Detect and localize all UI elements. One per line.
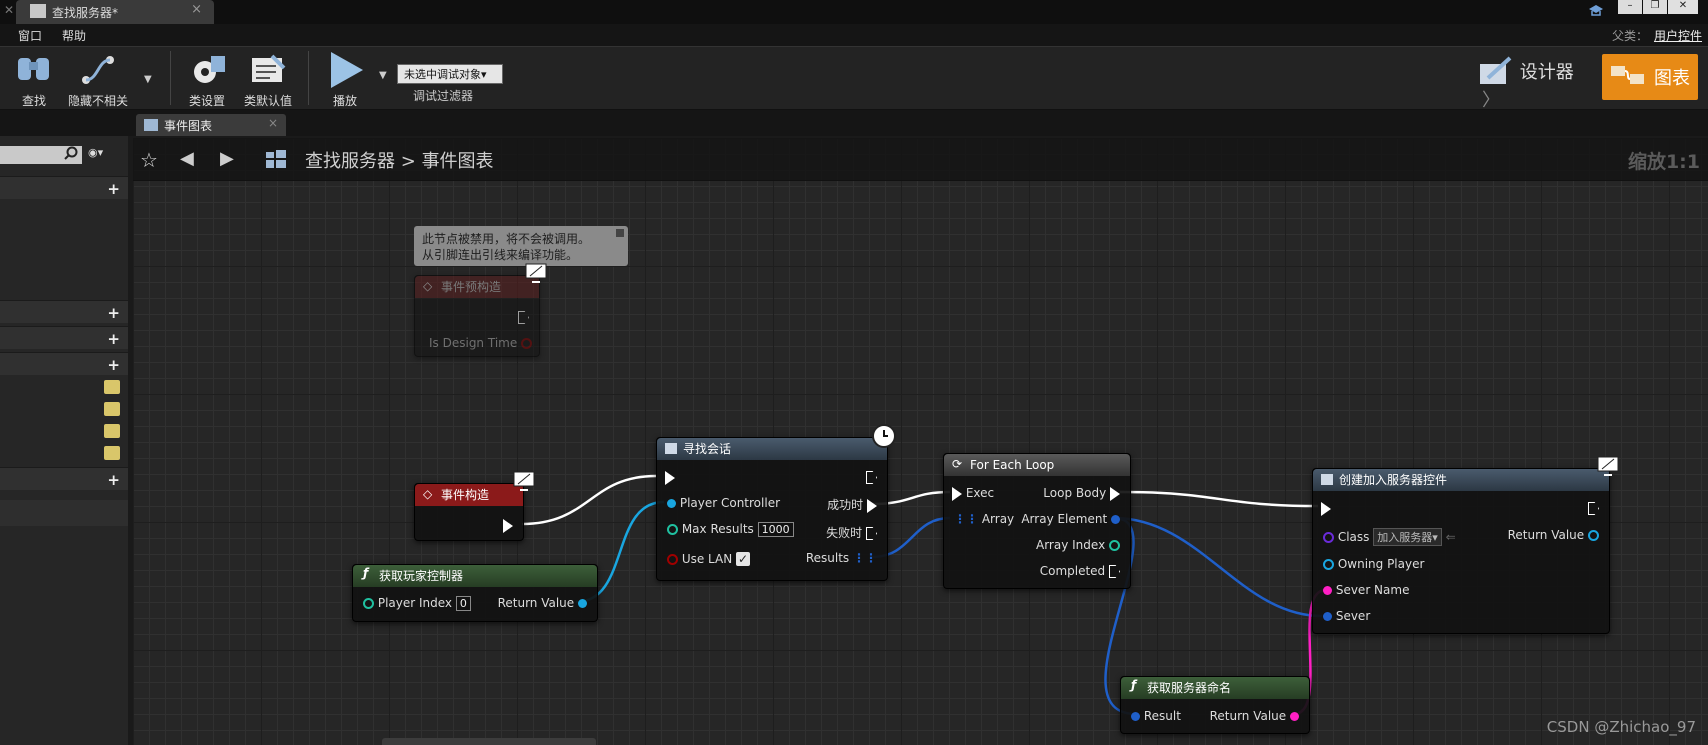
exec-input-pin[interactable] — [1321, 501, 1331, 516]
exec-input-pin[interactable] — [665, 470, 675, 485]
pin-on-success[interactable]: 成功时 — [827, 496, 877, 513]
node-get-server-name[interactable]: 获取服务器命名 ƒ Result Return Value — [1120, 676, 1310, 734]
node-event-construct[interactable]: 事件构造 ◇ — [414, 483, 524, 541]
node-title: 事件预构造 — [415, 276, 539, 298]
node-title: 获取玩家控制器 — [353, 565, 597, 587]
pin-max-results[interactable]: Max Results 1000 — [667, 522, 794, 537]
node-event-pre-construct[interactable]: 事件预构造 ◇ Is Design Time — [414, 275, 540, 357]
class-select[interactable]: 加入服务器▾ — [1373, 528, 1442, 546]
pin-use-lan[interactable]: Use LAN ✓ — [667, 552, 751, 566]
pin-array[interactable]: ⋮⋮ Array — [954, 512, 1014, 526]
pin-return-value[interactable]: Return Value — [498, 596, 587, 610]
latent-node-icon — [665, 443, 677, 454]
pin-owning-player[interactable]: Owning Player — [1323, 557, 1424, 571]
latent-clock-icon — [872, 424, 896, 448]
use-lan-checkbox[interactable]: ✓ — [736, 552, 751, 566]
offscreen-node[interactable] — [382, 738, 596, 745]
pin-exec[interactable]: Exec — [952, 486, 994, 501]
pin-on-failure[interactable]: 失败时 — [826, 524, 877, 541]
exec-output-pin[interactable] — [503, 518, 513, 533]
pin-is-design-time[interactable]: Is Design Time — [429, 336, 533, 350]
pin-result[interactable]: Result — [1131, 709, 1181, 723]
node-title: 寻找会话 — [657, 438, 887, 460]
event-diamond-icon: ◇ — [423, 487, 433, 501]
exec-output-pin[interactable] — [1588, 501, 1599, 515]
node-title: For Each Loop — [944, 454, 1130, 476]
node-for-each-loop[interactable]: For Each Loop ⟳ Exec Loop Body ⋮⋮ Array … — [943, 453, 1131, 589]
pin-array-element[interactable]: Array Element — [1021, 512, 1120, 526]
pin-completed[interactable]: Completed — [1040, 564, 1120, 578]
pin-results[interactable]: Results ⋮⋮ — [806, 551, 877, 565]
use-selected-arrow-icon[interactable]: ⇐ — [1446, 530, 1456, 544]
pin-array-index[interactable]: Array Index — [1036, 538, 1120, 552]
macro-loop-icon: ⟳ — [952, 457, 963, 471]
node-find-sessions[interactable]: 寻找会话 Player Controller 成功时 Max Results 1… — [656, 437, 888, 581]
comment-line-2: 从引脚连出引线来编译功能。 — [422, 248, 579, 262]
node-create-widget[interactable]: 创建加入服务器控件 Class 加入服务器▾ ⇐ Return Value Ow… — [1312, 468, 1610, 634]
client-only-monitor-icon — [522, 262, 548, 284]
pin-sever-name[interactable]: Sever Name — [1323, 583, 1409, 597]
client-only-monitor-icon — [510, 470, 536, 492]
client-only-monitor-icon — [1594, 455, 1620, 477]
comment-line-1: 此节点被禁用，将不会被调用。 — [422, 232, 591, 246]
pin-return-value[interactable]: Return Value — [1508, 528, 1599, 542]
exec-output-pin[interactable] — [518, 310, 529, 324]
player-index-input[interactable]: 0 — [455, 596, 471, 611]
max-results-input[interactable]: 1000 — [757, 522, 794, 537]
pin-class[interactable]: Class 加入服务器▾ ⇐ — [1323, 528, 1456, 546]
pin-sever[interactable]: Sever — [1323, 609, 1370, 623]
pin-comment-icon[interactable] — [616, 229, 624, 237]
node-get-player-controller[interactable]: 获取玩家控制器 ƒ Player Index 0 Return Value — [352, 564, 598, 622]
node-title: 创建加入服务器控件 — [1313, 469, 1609, 491]
widget-node-icon — [1321, 474, 1333, 485]
exec-output-pin[interactable] — [866, 470, 877, 484]
pin-loop-body[interactable]: Loop Body — [1043, 486, 1120, 501]
watermark: CSDN @Zhichao_97 — [1546, 718, 1696, 736]
node-title: 获取服务器命名 — [1121, 677, 1309, 699]
function-icon: ƒ — [1131, 678, 1137, 692]
disabled-node-comment: 此节点被禁用，将不会被调用。 从引脚连出引线来编译功能。 — [414, 226, 628, 266]
event-diamond-icon: ◇ — [423, 279, 433, 293]
pin-player-controller[interactable]: Player Controller — [667, 496, 780, 510]
function-icon: ƒ — [363, 566, 369, 580]
pin-player-index[interactable]: Player Index 0 — [363, 596, 471, 611]
pin-return-value[interactable]: Return Value — [1210, 709, 1299, 723]
